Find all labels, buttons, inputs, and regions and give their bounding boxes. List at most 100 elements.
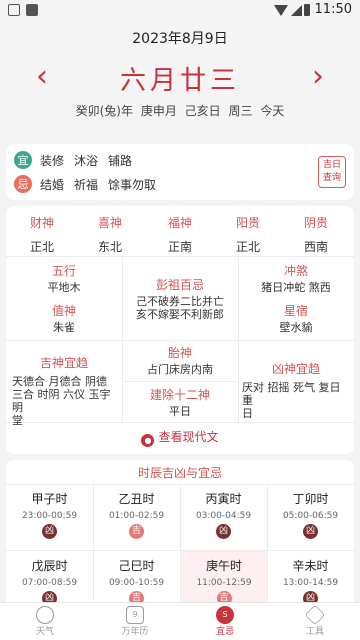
hour-name: 乙丑时 xyxy=(118,492,155,506)
box-icon xyxy=(304,604,326,626)
tab-label: 宜忌 xyxy=(215,627,234,637)
jishen-value: 堂 xyxy=(12,414,23,427)
chongsha-cell: 冲煞 猪日冲蛇 煞西 xyxy=(238,262,354,294)
ji-item: 馀事勿取 xyxy=(108,177,157,192)
yi-item: 铺路 xyxy=(108,153,133,168)
god-direction: 正北 xyxy=(235,240,260,254)
pengzu-cell: 彭祖百忌 己不破券二比并亡 亥不嫁娶不利新郎 xyxy=(122,276,238,321)
chongsha-value: 猪日冲蛇 煞西 xyxy=(261,281,331,294)
hour-name: 丁卯时 xyxy=(292,492,329,506)
zhishen-title: 值神 xyxy=(51,304,76,318)
image-icon xyxy=(26,4,38,16)
taishen-cell: 胎神 占门床房内南 xyxy=(122,344,238,376)
ganzhi-line: 癸卯(兔)年 庚申月 己亥日 周三 今天 xyxy=(0,102,360,119)
view-modern-text-link[interactable]: ● 查看现代文 xyxy=(6,428,354,447)
almanac-card: 财神 正北 喜神 东北 福神 正南 阳贵 正北 阴贵 西南 五行 平地木 值神 … xyxy=(6,206,354,454)
ganzhi-year: 癸卯(兔)年 xyxy=(75,104,133,118)
solar-date: 2023年8月9日 xyxy=(132,31,228,47)
tab-calendar[interactable]: 9 万年历 xyxy=(90,606,180,637)
wuxing-cell: 五行 平地木 xyxy=(6,262,122,294)
tab-label: 工具 xyxy=(305,627,324,637)
signal-icon xyxy=(291,5,302,16)
divider xyxy=(6,340,354,341)
hour-time: 01:00-02:59 xyxy=(108,511,165,521)
status-time: 11:50 xyxy=(314,2,352,17)
wuxing-value: 平地木 xyxy=(47,281,81,294)
hour-name: 己巳时 xyxy=(118,559,155,573)
lucky-day-query-button[interactable]: 吉日 查询 xyxy=(318,156,346,188)
calendar-icon: 9 xyxy=(126,606,144,624)
next-day-button[interactable]: › xyxy=(312,60,324,94)
yi-row: 宜 装修 沐浴 铺路 xyxy=(14,150,142,170)
taishen-title: 胎神 xyxy=(167,346,192,360)
hours-title: 时辰吉凶与宜忌 xyxy=(137,466,222,480)
ji-item: 祈福 xyxy=(74,177,99,192)
hour-name: 丙寅时 xyxy=(205,492,242,506)
chongsha-title: 冲煞 xyxy=(283,264,308,278)
luck-badge: 凶 xyxy=(303,524,318,539)
notification-icon xyxy=(8,4,20,16)
xingsu-value: 壁水貐 xyxy=(279,321,313,334)
hour-name: 庚午时 xyxy=(205,559,242,573)
lucky-day-label: 吉日 xyxy=(322,160,341,170)
yi-item: 装修 xyxy=(40,153,65,168)
zhishen-cell: 值神 朱雀 xyxy=(6,302,122,334)
god-name: 阴贵 xyxy=(303,216,328,230)
hour-time: 11:00-12:59 xyxy=(196,578,252,588)
tab-weather[interactable]: 天气 xyxy=(0,606,90,637)
jishen-title: 吉神宜趋 xyxy=(39,356,88,370)
god-name: 喜神 xyxy=(97,216,122,230)
jianchu-cell: 建除十二神 平日 xyxy=(122,386,238,418)
lunar-day: 六月廿三 xyxy=(119,66,240,96)
weekday: 周三 xyxy=(228,104,253,118)
hour-cell[interactable]: 丙寅时 03:00-04:59 凶 xyxy=(180,484,267,550)
tab-tools[interactable]: 工具 xyxy=(270,604,360,637)
divider xyxy=(122,381,238,382)
query-label: 查询 xyxy=(322,173,341,183)
yiji-card[interactable]: 宜 装修 沐浴 铺路 忌 结婚 祈福 馀事勿取 吉日 查询 xyxy=(6,144,354,200)
hour-time: 23:00-00:59 xyxy=(21,511,78,521)
jianchu-title: 建除十二神 xyxy=(149,388,210,402)
xingsu-title: 星宿 xyxy=(283,304,308,318)
hour-time: 05:00-06:59 xyxy=(282,511,339,521)
luck-badge: 凶 xyxy=(216,524,231,539)
ji-item: 结婚 xyxy=(40,177,65,192)
god-direction: 正南 xyxy=(167,240,192,254)
ji-row: 忌 结婚 祈福 馀事勿取 xyxy=(14,174,166,194)
yi-item: 沐浴 xyxy=(74,153,99,168)
hour-cell[interactable]: 甲子时 23:00-00:59 凶 xyxy=(6,484,93,550)
ganzhi-month: 庚申月 xyxy=(140,104,177,118)
modern-link-label: 查看现代文 xyxy=(158,430,219,444)
hour-name: 戊辰时 xyxy=(31,559,68,573)
xiongshen-title: 凶神宜趋 xyxy=(271,362,320,376)
jishen-value: 天德合 月德合 阴德 xyxy=(12,375,107,388)
wuxing-title: 五行 xyxy=(51,264,76,278)
status-bar: 11:50 xyxy=(0,0,360,22)
bottom-tab-bar: 天气 9 万年历 S 宜忌 工具 xyxy=(0,602,360,640)
eye-icon: ● xyxy=(141,434,155,447)
god-name: 阳贵 xyxy=(235,216,260,230)
god-xishen: 喜神 东北 xyxy=(82,214,138,255)
jishen-cell: 吉神宜趋 天德合 月德合 阴德 三合 时阴 六仪 玉宇 明 堂 xyxy=(6,354,122,427)
xingsu-cell: 星宿 壁水貐 xyxy=(238,302,354,334)
god-name: 福神 xyxy=(167,216,192,230)
xiongshen-value: 日 xyxy=(242,407,253,420)
pengzu-title: 彭祖百忌 xyxy=(155,278,204,292)
battery-icon xyxy=(304,4,310,16)
zhishen-value: 朱雀 xyxy=(53,321,75,334)
tab-yiji[interactable]: S 宜忌 xyxy=(180,606,270,637)
pengzu-value: 亥不嫁娶不利新郎 xyxy=(136,308,224,321)
xiongshen-cell: 凶神宜趋 厌对 招摇 死气 复日 重 日 xyxy=(238,360,354,420)
tab-label: 天气 xyxy=(35,627,54,637)
jianchu-value: 平日 xyxy=(169,405,191,418)
hour-cell[interactable]: 丁卯时 05:00-06:59 凶 xyxy=(267,484,354,550)
jishen-value: 三合 时阴 六仪 玉宇 明 xyxy=(12,388,111,414)
hour-cell[interactable]: 乙丑时 01:00-02:59 吉 xyxy=(93,484,180,550)
hour-time: 07:00-08:59 xyxy=(21,578,78,588)
hour-time: 13:00-14:59 xyxy=(282,578,339,588)
cloud-icon xyxy=(36,606,54,624)
luck-badge: 凶 xyxy=(42,524,57,539)
hour-name: 辛未时 xyxy=(292,559,329,573)
lunar-row: ‹ 六月廿三 › xyxy=(0,56,360,102)
god-direction: 正北 xyxy=(29,240,54,254)
